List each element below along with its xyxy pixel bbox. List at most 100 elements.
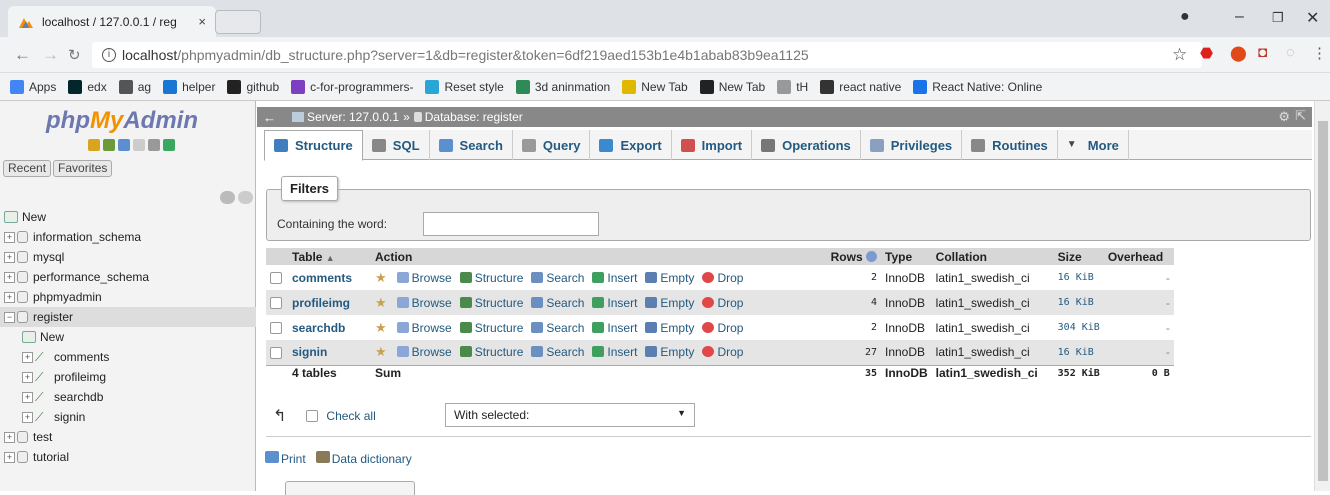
action-browse[interactable]: Browse (396, 321, 452, 335)
action-structure[interactable]: Structure (459, 296, 523, 310)
tab-sql[interactable]: SQL (363, 130, 430, 160)
tab-more[interactable]: ▼ More (1058, 130, 1129, 160)
tree-item[interactable]: + ⟋ profileimg (0, 367, 256, 387)
bookmark-star-icon[interactable]: ☆ (1172, 45, 1187, 65)
action-drop[interactable]: Drop (702, 321, 743, 335)
window-close-icon[interactable]: ✕ (1306, 8, 1319, 28)
browser-tab[interactable]: localhost / 127.0.0.1 / reg × (8, 6, 216, 37)
reload-icon[interactable]: ↻ (68, 46, 81, 64)
action-insert[interactable]: Insert (592, 296, 637, 310)
action-drop[interactable]: Drop (702, 271, 743, 285)
tree-item[interactable]: + ⟋ searchdb (0, 387, 256, 407)
tree-item[interactable]: + tutorial (0, 447, 256, 467)
bookmark-item[interactable]: ag (118, 79, 151, 94)
home-icon[interactable] (88, 139, 100, 151)
table-name-link[interactable]: profileimg (292, 296, 350, 310)
table-name-link[interactable]: searchdb (292, 321, 345, 335)
address-bar[interactable]: i localhost/phpmyadmin/db_structure.php?… (92, 42, 1202, 68)
expand-icon[interactable]: + (22, 351, 33, 363)
action-empty[interactable]: Empty (645, 271, 694, 285)
row-checkbox[interactable] (270, 347, 282, 360)
action-insert[interactable]: Insert (592, 345, 637, 359)
breadcrumb-server[interactable]: Server: 127.0.0.1 (307, 110, 399, 124)
tree-item[interactable]: + performance_schema (0, 267, 256, 287)
tree-item[interactable]: + information_schema (0, 227, 256, 247)
table-size[interactable]: 16 KiB (1053, 290, 1104, 315)
print-link[interactable]: Print (265, 451, 306, 466)
expand-icon[interactable]: + (4, 291, 15, 303)
favorite-star-icon[interactable]: ★ (375, 320, 387, 335)
reload-nav-icon[interactable] (163, 139, 175, 151)
action-empty[interactable]: Empty (645, 296, 694, 310)
forward-icon[interactable]: → (42, 45, 59, 65)
collapse-arrow-icon[interactable]: ← (263, 110, 276, 125)
docs-icon[interactable] (133, 139, 145, 151)
menu-icon[interactable]: ⋮ (1312, 44, 1327, 62)
tree-item[interactable]: + mysql (0, 247, 256, 267)
expand-icon[interactable]: + (4, 451, 15, 463)
data-dictionary-link[interactable]: Data dictionary (315, 451, 412, 466)
header-overhead[interactable]: Overhead (1103, 248, 1174, 265)
adblock-icon[interactable]: ⬣ (1200, 44, 1213, 62)
action-insert[interactable]: Insert (592, 271, 637, 285)
bookmark-item[interactable]: react native (820, 79, 901, 94)
action-search[interactable]: Search (531, 271, 584, 285)
header-type[interactable]: Type (881, 248, 932, 265)
row-checkbox[interactable] (270, 297, 282, 310)
favorites-tab[interactable]: Favorites (53, 160, 113, 177)
table-size[interactable]: 16 KiB (1053, 265, 1104, 290)
collapse-icon[interactable]: − (4, 311, 15, 323)
action-empty[interactable]: Empty (645, 321, 694, 335)
action-drop[interactable]: Drop (702, 296, 743, 310)
bookmark-item[interactable]: github (227, 79, 279, 94)
tab-export[interactable]: Export (590, 130, 672, 160)
extension-circle-icon[interactable]: ◌ (1286, 44, 1295, 61)
tree-item[interactable]: New (0, 207, 256, 227)
bookmark-item[interactable]: Reset style (425, 79, 504, 94)
profile-icon[interactable]: ● (1180, 8, 1190, 26)
table-name-link[interactable]: signin (292, 345, 327, 359)
tab-operations[interactable]: Operations (752, 130, 861, 160)
gear-icon[interactable]: ⚙ (1278, 109, 1290, 125)
logout-icon[interactable] (103, 139, 115, 151)
restore-icon[interactable]: ❐ (1272, 10, 1284, 26)
action-empty[interactable]: Empty (645, 345, 694, 359)
row-checkbox[interactable] (270, 272, 282, 285)
header-rows[interactable]: Rows (821, 248, 881, 265)
expand-icon[interactable]: + (22, 371, 33, 383)
pocket-icon[interactable]: ◘ (1258, 44, 1267, 61)
tree-item[interactable]: − register (0, 307, 256, 327)
bookmark-item[interactable]: c-for-programmers- (291, 79, 413, 94)
action-structure[interactable]: Structure (459, 345, 523, 359)
expand-icon[interactable]: + (22, 391, 33, 403)
scroll-top-icon[interactable]: ⇱ (1295, 108, 1306, 124)
tab-structure[interactable]: Structure (264, 130, 363, 161)
tree-item[interactable]: New (0, 327, 256, 347)
tree-item[interactable]: + test (0, 427, 256, 447)
favorite-star-icon[interactable]: ★ (375, 344, 387, 359)
header-collation[interactable]: Collation (931, 248, 1054, 265)
tree-item[interactable]: + ⟋ signin (0, 407, 256, 427)
action-browse[interactable]: Browse (396, 271, 452, 285)
table-size[interactable]: 304 KiB (1053, 315, 1104, 340)
tab-query[interactable]: Query (513, 130, 591, 160)
bookmark-item[interactable]: edx (68, 79, 107, 94)
tree-item[interactable]: + phpmyadmin (0, 287, 256, 307)
back-icon[interactable]: ← (14, 45, 31, 65)
header-size[interactable]: Size (1053, 248, 1104, 265)
row-checkbox[interactable] (270, 322, 282, 335)
info-icon[interactable]: i (102, 48, 116, 62)
with-selected-select[interactable]: With selected: ▼ (445, 403, 695, 427)
expand-icon[interactable]: + (4, 271, 15, 283)
filter-input[interactable] (423, 212, 599, 236)
recent-tab[interactable]: Recent (3, 160, 52, 177)
table-name-link[interactable]: comments (292, 271, 352, 285)
new-tab-button[interactable] (215, 10, 261, 34)
bookmark-item[interactable]: tH (777, 79, 808, 94)
help-icon[interactable] (866, 250, 877, 262)
bookmark-item[interactable]: 3d aninmation (515, 79, 610, 94)
extension-o-icon[interactable]: ⬤ (1230, 44, 1247, 62)
scrollbar[interactable] (1314, 101, 1330, 491)
expand-icon[interactable]: + (4, 231, 15, 243)
favorite-star-icon[interactable]: ★ (375, 270, 387, 285)
